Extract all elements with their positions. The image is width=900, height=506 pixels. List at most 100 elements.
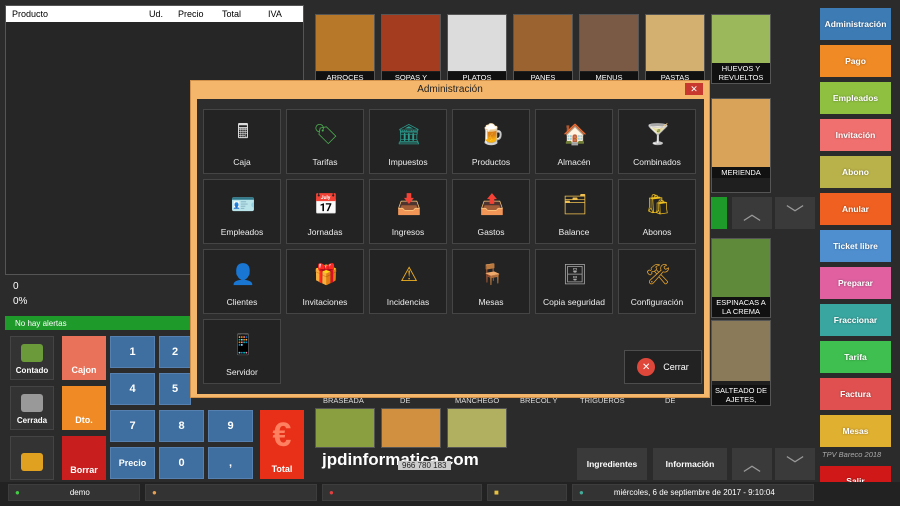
user-field: ● demo — [8, 484, 140, 501]
key-1[interactable]: 1 — [110, 336, 155, 368]
product-image — [448, 15, 506, 71]
cerrada-button[interactable]: Cerrada — [10, 386, 54, 430]
key-8[interactable]: 8 — [159, 410, 204, 442]
total-button[interactable]: € Total — [260, 410, 304, 479]
abono-button[interactable]: Abono — [820, 156, 891, 188]
admin-tile-clientes[interactable]: 👤 Clientes — [203, 249, 281, 314]
admin-tile-mesas[interactable]: 🪑 Mesas — [452, 249, 530, 314]
key-9[interactable]: 9 — [208, 410, 253, 442]
key-2[interactable]: 2 — [159, 336, 191, 368]
mesas-button[interactable]: Mesas — [820, 415, 891, 447]
product-tile[interactable]: HUEVOS Y REVUELTOS — [711, 14, 771, 84]
cash-register-icon: 🖩 — [237, 121, 249, 143]
admin-tile-label: Copia seguridad — [543, 297, 605, 307]
scroll-up-button[interactable]: ︿ — [732, 197, 772, 229]
admin-tile-servidor[interactable]: 📱 Servidor — [203, 319, 281, 384]
col-ud: Ud. — [149, 9, 164, 19]
brand-phone: 966 780 183 — [398, 461, 451, 470]
anular-button[interactable]: Anular — [820, 193, 891, 225]
note-field: ■ — [487, 484, 567, 501]
admin-tile-invitaciones[interactable]: 🎁 Invitaciones — [286, 249, 364, 314]
dialog-title: Administración — [417, 84, 483, 95]
admin-tile-label: Invitaciones — [302, 297, 348, 307]
admin-tile-label: Mesas — [478, 297, 504, 307]
preparar-button[interactable]: Preparar — [820, 267, 891, 299]
chevron-down-icon: ﹀ — [786, 455, 804, 475]
product-tile[interactable]: PASTAS — [645, 14, 705, 84]
admin-tile-abonos[interactable]: 🛍 Abonos — [618, 179, 696, 244]
admin-tile-empleados[interactable]: 🪪 Empleados — [203, 179, 281, 244]
tarifa-button[interactable]: Tarifa — [820, 341, 891, 373]
admin-tile-label: Balance — [558, 227, 590, 237]
inbox-in-icon: 📥 — [396, 193, 422, 216]
product-tile[interactable]: SALTEADO DE AJETES, — [711, 320, 771, 406]
ingredients-button[interactable]: Ingredientes — [577, 448, 647, 480]
product-image — [448, 409, 506, 447]
clock-icon: ● — [579, 488, 584, 497]
product-tile[interactable]: PLATOS — [447, 14, 507, 84]
close-icon: ✕ — [637, 358, 656, 376]
dialog-content: 🖩 Caja 🏷 Tarifas 🏛 Impuestos 🍺 Productos 🏠 Almacé… — [197, 99, 704, 394]
key-precio[interactable]: Precio — [110, 447, 155, 479]
product-tile[interactable]: ESPINACAS A LA CREMA — [711, 238, 771, 318]
product-tile[interactable]: PANES — [513, 14, 573, 84]
admin-tile-tarifas[interactable]: 🏷 Tarifas — [286, 109, 364, 174]
admin-tile-label: Configuración — [630, 297, 684, 307]
product-image — [712, 239, 770, 297]
invitacion-button[interactable]: Invitación — [820, 119, 891, 151]
admin-tile-almacén[interactable]: 🏠 Almacén — [535, 109, 613, 174]
contado-button[interactable]: Contado — [10, 336, 54, 380]
admin-tile-productos[interactable]: 🍺 Productos — [452, 109, 530, 174]
admin-tile-jornadas[interactable]: 📅 Jornadas — [286, 179, 364, 244]
key-7[interactable]: 7 — [110, 410, 155, 442]
chevron-up-icon: ︿ — [743, 455, 761, 475]
admin-tile-configuración[interactable]: 🛠 Configuración — [618, 249, 696, 314]
admin-dialog: Administración ✕ 🖩 Caja 🏷 Tarifas 🏛 Impuestos… — [190, 80, 710, 398]
pago-button[interactable]: Pago — [820, 45, 891, 77]
drinks-icon: 🍸 — [645, 123, 671, 146]
inbox-out-icon: 📤 — [479, 193, 505, 216]
key-5[interactable]: 5 — [159, 373, 191, 405]
admin-tile-balance[interactable]: 🗂 Balance — [535, 179, 613, 244]
admin-tile-combinados[interactable]: 🍸 Combinados — [618, 109, 696, 174]
key-4[interactable]: 4 — [110, 373, 155, 405]
product-tile[interactable] — [447, 408, 507, 448]
key-0[interactable]: 0 — [159, 447, 204, 479]
col-precio: Precio — [178, 9, 204, 19]
green-indicator — [711, 197, 727, 229]
admin-tile-label: Servidor — [226, 367, 258, 377]
admin-tile-ingresos[interactable]: 📥 Ingresos — [369, 179, 447, 244]
total-amount: 0 — [13, 281, 19, 292]
admin-tile-impuestos[interactable]: 🏛 Impuestos — [369, 109, 447, 174]
scroll-down-button-bottom[interactable]: ﹀ — [775, 448, 815, 480]
bank-icon: 🏛 — [396, 123, 422, 146]
product-image — [316, 409, 374, 447]
administracion-button[interactable]: Administración — [820, 8, 891, 40]
product-tile[interactable]: SOPAS Y — [381, 14, 441, 84]
ticket-libre-button[interactable]: Ticket libre — [820, 230, 891, 262]
factura-button[interactable]: Factura — [820, 378, 891, 410]
product-tile[interactable] — [315, 408, 375, 448]
empleados-button[interactable]: Empleados — [820, 82, 891, 114]
info-button[interactable]: Información — [653, 448, 727, 480]
admin-tile-incidencias[interactable]: ⚠ Incidencias — [369, 249, 447, 314]
discount-button[interactable]: Dto. — [62, 386, 106, 430]
product-tile[interactable]: MERIENDA — [711, 98, 771, 193]
product-tile[interactable] — [381, 408, 441, 448]
scroll-down-button[interactable]: ﹀ — [775, 197, 815, 229]
product-tile[interactable]: MENUS — [579, 14, 639, 84]
product-tile[interactable]: ARROCES — [315, 14, 375, 84]
dialog-close-icon[interactable]: ✕ — [685, 83, 703, 95]
table-button[interactable] — [10, 436, 54, 480]
admin-tile-caja[interactable]: 🖩 Caja — [203, 109, 281, 174]
fraccionar-button[interactable]: Fraccionar — [820, 304, 891, 336]
admin-tile-copia-seguridad[interactable]: 🗄 Copia seguridad — [535, 249, 613, 314]
key-comma[interactable]: , — [208, 447, 253, 479]
scroll-up-button-bottom[interactable]: ︿ — [732, 448, 772, 480]
cajon-button[interactable]: Cajon — [62, 336, 106, 380]
admin-tile-gastos[interactable]: 📤 Gastos — [452, 179, 530, 244]
admin-tile-label: Tarifas — [312, 157, 338, 167]
borrar-button[interactable]: Borrar — [62, 436, 106, 480]
cerrar-button[interactable]: ✕ Cerrar — [624, 350, 702, 384]
product-image — [646, 15, 704, 71]
